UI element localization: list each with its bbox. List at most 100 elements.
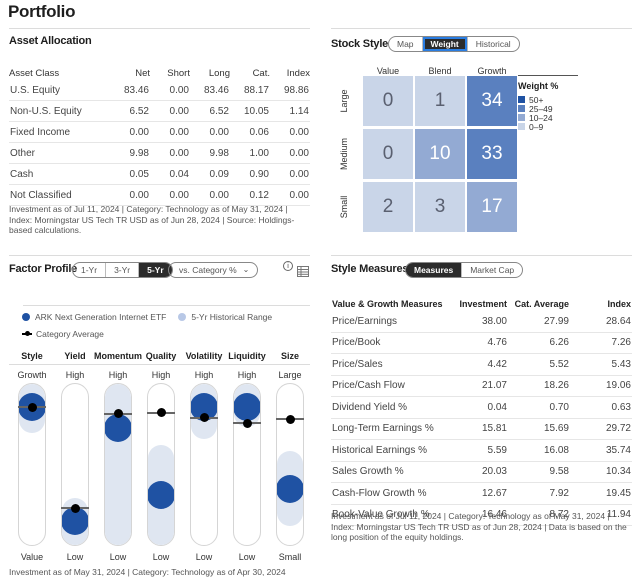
stock-style-title: Stock Style <box>331 38 389 50</box>
row-label: Historical Earnings % <box>331 439 446 462</box>
cell-value: 6.52 <box>190 100 230 122</box>
tab-historical[interactable]: Historical <box>468 37 519 51</box>
factor-track <box>104 383 132 546</box>
cell-value: 21.07 <box>446 375 508 397</box>
style-col-label: Growth <box>477 66 507 76</box>
factor-period-tabs: 1-Yr 3-Yr 5-Yr <box>72 262 173 278</box>
asset-allocation-note: Investment as of Jul 11, 2024 | Category… <box>9 204 295 235</box>
category-marker-icon <box>22 331 32 337</box>
tab-map[interactable]: Map <box>389 37 423 51</box>
cell-value: 83.46 <box>110 80 150 101</box>
tab-market-cap[interactable]: Market Cap <box>462 263 522 277</box>
factor-top-label: Large <box>278 370 302 380</box>
legend-fund: ARK Next Generation Internet ETF <box>35 312 167 322</box>
period-tab-3-yr[interactable]: 3-Yr <box>106 263 140 277</box>
page-title: Portfolio <box>8 2 76 21</box>
row-label: Sales Growth % <box>331 461 446 483</box>
cell-value: 0.00 <box>270 163 310 185</box>
divider <box>331 255 632 256</box>
row-label: Fixed Income <box>9 121 110 143</box>
table-row: Cash 0.05 0.04 0.09 0.90 0.00 <box>9 163 310 185</box>
cell-value: 0.70 <box>508 396 570 419</box>
row-label: U.S. Equity <box>9 80 110 101</box>
style-measures-tabs: Measures Market Cap <box>405 262 524 278</box>
table-row: Historical Earnings % 5.59 16.08 35.74 <box>331 439 632 462</box>
style-row-label: Small <box>339 195 349 219</box>
divider <box>9 255 310 256</box>
column-header: Net <box>135 67 150 79</box>
cell-value: 0.00 <box>190 184 230 206</box>
row-label: Cash-Flow Growth % <box>331 482 446 505</box>
historical-range <box>105 384 131 545</box>
cell-value: 98.86 <box>270 80 310 101</box>
tab-weight[interactable]: Weight <box>422 37 468 51</box>
cell-value: 7.26 <box>570 332 632 354</box>
cell-value: 38.00 <box>446 311 508 333</box>
column-header: Index <box>286 67 310 79</box>
legend-range: 5-Yr Historical Range <box>191 312 273 322</box>
cell-value: 0.00 <box>270 142 310 164</box>
column-header: Investment <box>459 298 507 309</box>
compare-select[interactable]: vs. Category % ⌄ <box>168 262 259 278</box>
fund-marker <box>234 392 260 421</box>
factor-legend: ARK Next Generation Internet ETF 5-Yr Hi… <box>22 312 272 322</box>
chevron-down-icon: ⌄ <box>242 265 250 274</box>
row-label: Price/Earnings <box>331 311 446 333</box>
cell-value: 4.76 <box>446 332 508 354</box>
table-row: Price/Cash Flow 21.07 18.26 19.06 <box>331 375 632 397</box>
legend-swatch <box>518 123 525 130</box>
column-header: Cat. <box>252 67 270 79</box>
category-average-marker <box>242 418 252 428</box>
cell-value: 5.43 <box>570 353 632 376</box>
period-tab-5-yr[interactable]: 5-Yr <box>139 263 172 277</box>
cell-value: 0.12 <box>230 184 270 206</box>
asset-allocation-table: Asset Class Net Short Long Cat. Index U.S. Eq… <box>9 66 310 206</box>
style-cell: 0 <box>363 129 413 179</box>
style-cell: 2 <box>363 182 413 232</box>
divider <box>9 28 310 29</box>
cell-value: 15.69 <box>508 418 570 440</box>
table-row: Non-U.S. Equity 6.52 0.00 6.52 10.05 1.14 <box>9 100 310 122</box>
cell-value: 0.00 <box>150 100 190 122</box>
cell-value: 0.63 <box>570 396 632 419</box>
legend-swatch <box>518 105 525 112</box>
row-label: Cash <box>9 163 110 185</box>
cell-value: 83.46 <box>190 80 230 101</box>
cell-value: 0.00 <box>150 142 190 164</box>
divider <box>331 28 632 29</box>
cell-value: 6.26 <box>508 332 570 354</box>
cell-value: 0.04 <box>150 163 190 185</box>
table-view-icon[interactable] <box>297 264 309 277</box>
cell-value: 0.04 <box>446 396 508 419</box>
cell-value: 19.06 <box>570 375 632 397</box>
cell-value: 5.52 <box>508 353 570 376</box>
table-row: Price/Earnings 38.00 27.99 28.64 <box>331 311 632 333</box>
factor-name: Size <box>280 351 299 361</box>
info-icon[interactable]: i <box>283 261 293 271</box>
cell-value: 18.26 <box>508 375 570 397</box>
style-cell: 3 <box>415 182 465 232</box>
style-cell: 0 <box>363 76 413 126</box>
table-row: Not Classified 0.00 0.00 0.00 0.12 0.00 <box>9 184 310 206</box>
column-header: Short <box>167 67 190 79</box>
style-cell: 10 <box>415 129 465 179</box>
range-marker-icon <box>178 313 187 321</box>
row-label: Long-Term Earnings % <box>331 418 446 440</box>
cell-value: 4.42 <box>446 353 508 376</box>
fund-marker-icon <box>22 313 30 321</box>
cell-value: 5.59 <box>446 439 508 462</box>
cell-value: 10.34 <box>570 461 632 483</box>
tab-measures[interactable]: Measures <box>406 263 463 277</box>
factor-profile-title: Factor Profile <box>9 263 78 275</box>
asset-allocation-title: Asset Allocation <box>9 35 92 47</box>
cell-value: 88.17 <box>230 80 270 101</box>
factor-profile-note: Investment as of May 31, 2024 | Category… <box>9 567 286 577</box>
factor-bottom-label: Small <box>278 552 302 562</box>
cell-value: 35.74 <box>570 439 632 462</box>
period-tab-1-yr[interactable]: 1-Yr <box>73 263 107 277</box>
category-average-marker <box>285 414 295 424</box>
category-average-marker <box>113 409 123 419</box>
cell-value: 0.00 <box>110 184 150 206</box>
cell-value: 10.05 <box>230 100 270 122</box>
cell-value: 9.58 <box>508 461 570 483</box>
